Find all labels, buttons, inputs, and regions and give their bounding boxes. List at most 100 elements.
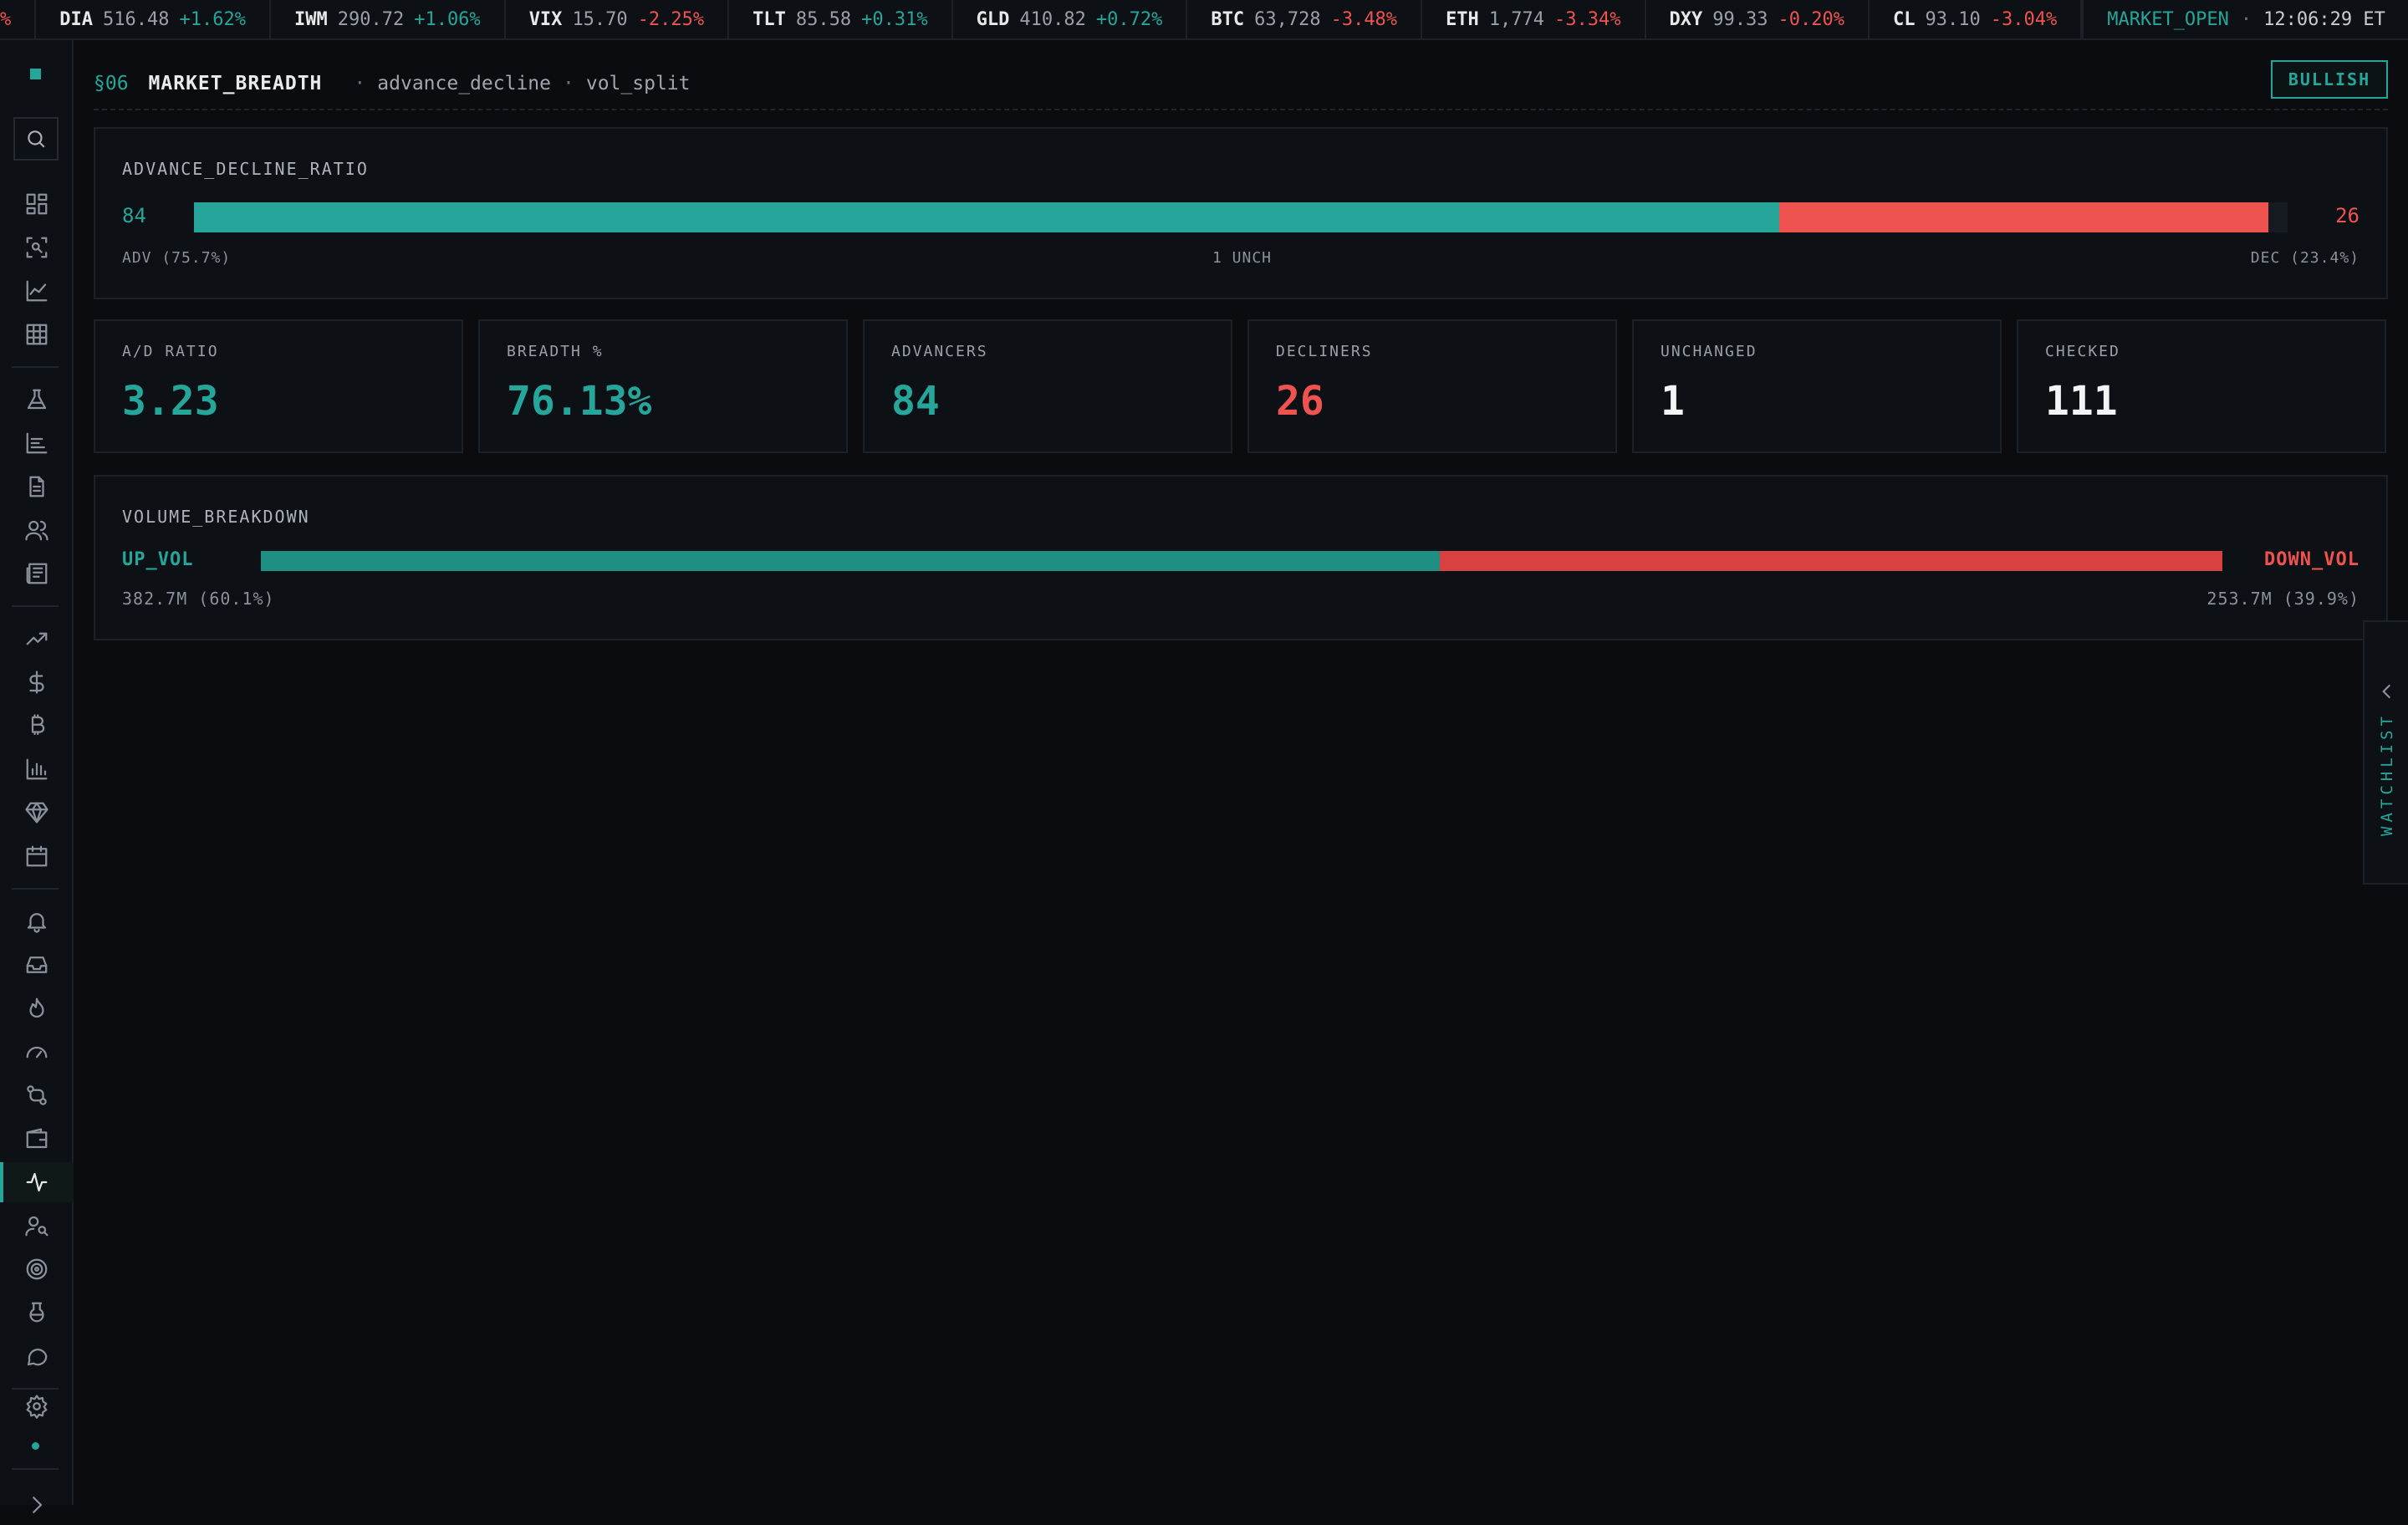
- sidebar-item-target[interactable]: [0, 1249, 74, 1289]
- bell-icon: [27, 913, 47, 933]
- watchlist-label: WATCHLIST: [2378, 712, 2396, 836]
- ticker-price: 85.58: [795, 8, 852, 30]
- watchlist-tab[interactable]: WATCHLIST: [2363, 620, 2408, 885]
- ticker-symbol: BTC: [1211, 8, 1245, 30]
- ticker-item[interactable]: ETH 1,774 -3.34%: [1422, 0, 1646, 38]
- advance-segment: [194, 202, 1779, 232]
- ticker-bar: % DIA 516.48 +1.62% IWM 290.72 +1.06% VIX 15.70…: [0, 0, 2408, 40]
- gauge-icon: [26, 1046, 48, 1058]
- inbox-icon: [26, 956, 48, 973]
- stat-value: 1: [1661, 378, 1685, 425]
- sidebar-item-chat[interactable]: [0, 1336, 74, 1376]
- wallet-icon: [26, 1128, 48, 1149]
- stat-value: 76.13%: [507, 378, 652, 425]
- ticker-item[interactable]: TLT 85.58 +0.31%: [729, 0, 953, 38]
- market-clock: 12:06:29 ET: [2263, 8, 2385, 30]
- breadcrumb-advance-decline[interactable]: advance_decline: [377, 73, 551, 94]
- flask-icon: [27, 389, 47, 410]
- ticker-item[interactable]: VIX 15.70 -2.25%: [506, 0, 730, 38]
- sidebar-item-trending[interactable]: [0, 619, 74, 659]
- sidebar-item-calendar[interactable]: [0, 836, 74, 876]
- sidebar-item-dollar[interactable]: [0, 662, 74, 702]
- sidebar-item-hot[interactable]: [0, 988, 74, 1028]
- stat-card: ADVANCERS 84: [863, 319, 1232, 453]
- ticker-price: 516.48: [103, 8, 170, 30]
- ticker-item[interactable]: DXY 99.33 -0.20%: [1646, 0, 1870, 38]
- ticker-symbol: IWM: [293, 8, 328, 30]
- ticker-symbol: TLT: [752, 8, 786, 30]
- decline-segment: [1778, 202, 2269, 232]
- sidebar-item-news[interactable]: [0, 553, 74, 594]
- sidebar-item-settings[interactable]: [0, 1386, 74, 1426]
- sidebar-item-lab[interactable]: [0, 380, 74, 420]
- sidebar-item-dashboard[interactable]: [0, 184, 74, 224]
- breadcrumb-sep: ·: [563, 73, 574, 94]
- breadcrumb-sep: ·: [354, 73, 366, 94]
- ticker-price: 290.72: [337, 8, 405, 30]
- sidebar-item-charts[interactable]: [0, 271, 74, 311]
- adv-percent-label: ADV (75.7%): [122, 249, 232, 267]
- page-title: MARKET_BREADTH: [148, 73, 323, 94]
- ticker-price: 410.82: [1019, 8, 1086, 30]
- ticker-item[interactable]: DIA 516.48 +1.62%: [36, 0, 271, 38]
- sidebar-item-crypto[interactable]: [0, 706, 74, 746]
- stat-card: BREADTH % 76.13%: [478, 319, 848, 453]
- dashboard-icon: [26, 193, 48, 215]
- search-button[interactable]: [13, 117, 59, 161]
- users-icon: [25, 520, 48, 541]
- sidebar-item-volume[interactable]: [0, 749, 74, 789]
- sidebar-item-scan[interactable]: [0, 227, 74, 268]
- ticker-item[interactable]: CL 93.10 -3.04%: [1870, 0, 2083, 38]
- trending-up-icon: [26, 632, 48, 645]
- stat-value: 3.23: [122, 378, 219, 425]
- ticker-item[interactable]: GLD 410.82 +0.72%: [953, 0, 1188, 38]
- stat-label: ADVANCERS: [891, 343, 988, 360]
- ticker-change: +0.72%: [1095, 8, 1163, 30]
- swap-icon: [27, 1085, 47, 1105]
- grid-icon: [26, 324, 48, 345]
- ticker-change: +1.62%: [179, 8, 246, 30]
- sidebar-item-wallet[interactable]: [0, 1119, 74, 1159]
- breadcrumb-vol-split[interactable]: vol_split: [586, 73, 691, 94]
- chat-icon: [27, 1349, 48, 1366]
- sidebar-item-market-breadth[interactable]: [0, 1162, 74, 1202]
- up-volume-label: UP_VOL: [122, 549, 194, 570]
- ticker-price: 15.70: [572, 8, 628, 30]
- sidebar-item-users[interactable]: [0, 510, 74, 550]
- chevron-right-icon: [33, 1497, 43, 1513]
- sidebar-item-inbox[interactable]: [0, 945, 74, 985]
- sidebar-item-list[interactable]: [0, 423, 74, 463]
- market-status-sep: ·: [2240, 8, 2252, 30]
- bar-list-icon: [26, 432, 48, 454]
- sidebar-item-gems[interactable]: [0, 793, 74, 833]
- ticker-change: +1.06%: [414, 8, 481, 30]
- panel-title: VOLUME_BREAKDOWN: [122, 507, 310, 527]
- stat-value: 84: [891, 378, 940, 425]
- ticker-item[interactable]: BTC 63,728 -3.48%: [1187, 0, 1423, 38]
- ticker-cut-fragment: %: [0, 8, 12, 30]
- bar-chart-icon: [26, 758, 48, 780]
- volume-bar: [261, 551, 2222, 571]
- stat-label: BREADTH %: [507, 343, 604, 360]
- sidebar-expand-button[interactable]: [0, 1485, 74, 1525]
- sidebar-item-grid[interactable]: [0, 314, 74, 354]
- ticker-item[interactable]: IWM 290.72 +1.06%: [271, 0, 506, 38]
- ticker-symbol: DIA: [59, 8, 93, 30]
- dec-percent-label: DEC (23.4%): [2250, 249, 2360, 267]
- ticker-change: +0.31%: [861, 8, 928, 30]
- bitcoin-icon: [31, 714, 45, 736]
- stat-label: A/D RATIO: [122, 343, 219, 360]
- sidebar-item-swap[interactable]: [0, 1075, 74, 1115]
- ticker-list: DIA 516.48 +1.62% IWM 290.72 +1.06% VIX 15.70 -2…: [36, 0, 2083, 38]
- sidebar-item-alerts[interactable]: [0, 901, 74, 941]
- sidebar-item-speed[interactable]: [0, 1032, 74, 1072]
- down-volume-label: DOWN_VOL: [2264, 549, 2360, 570]
- market-status-label: MARKET_OPEN: [2107, 8, 2229, 30]
- ticker-change: -3.48%: [1330, 8, 1398, 30]
- newspaper-icon: [26, 563, 48, 584]
- sidebar-item-user-search[interactable]: [0, 1206, 74, 1246]
- sidebar-item-docs[interactable]: [0, 467, 74, 507]
- sentiment-badge: BULLISH: [2271, 60, 2388, 99]
- stat-label: CHECKED: [2045, 343, 2120, 360]
- sidebar-item-experiments[interactable]: [0, 1293, 74, 1333]
